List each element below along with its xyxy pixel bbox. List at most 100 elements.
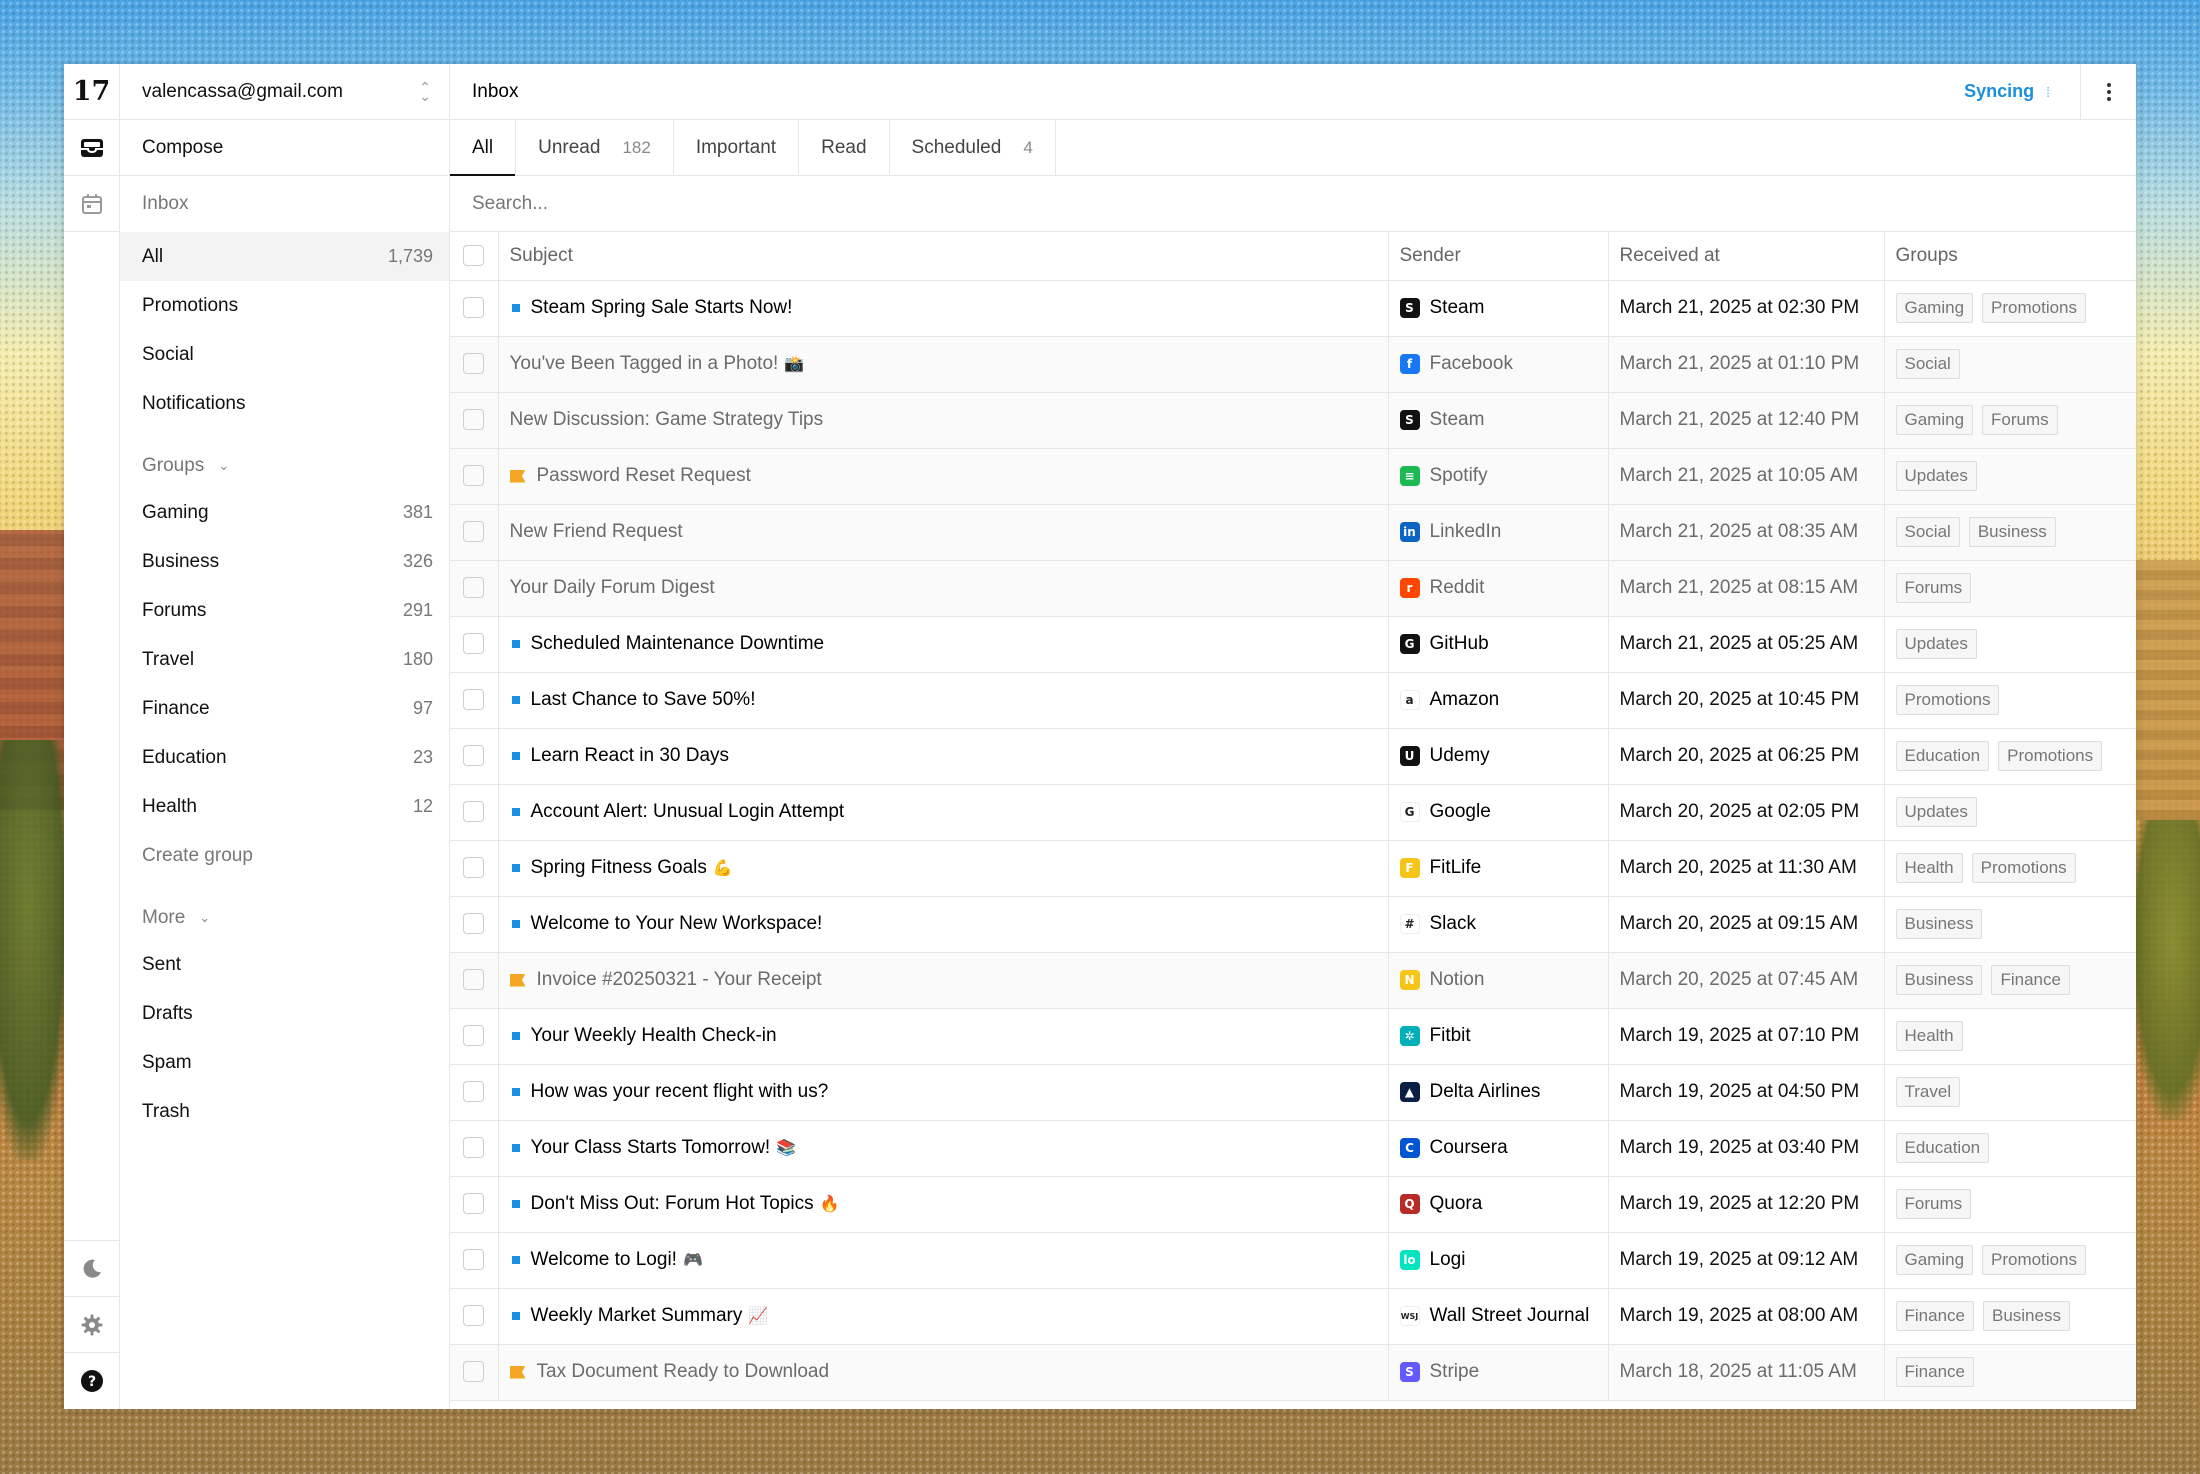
sender-cell[interactable]: # Slack: [1388, 896, 1609, 953]
row-checkbox[interactable]: [463, 1193, 485, 1215]
group-tag[interactable]: Business: [1982, 1301, 2070, 1331]
settings-button[interactable]: [64, 1297, 119, 1353]
subject-cell[interactable]: How was your recent flight with us?: [498, 1064, 1389, 1121]
sender-cell[interactable]: a Amazon: [1388, 672, 1609, 729]
sender-cell[interactable]: in LinkedIn: [1388, 504, 1609, 561]
group-tag[interactable]: Promotions: [1982, 1245, 2087, 1275]
subject-cell[interactable]: Welcome to Your New Workspace!: [498, 896, 1389, 953]
sender-cell[interactable]: WSJ Wall Street Journal: [1388, 1288, 1609, 1345]
row-checkbox[interactable]: [463, 577, 485, 599]
table-row[interactable]: Your Class Starts Tomorrow! 📚 C Coursera Mar…: [450, 1120, 2136, 1177]
group-tag[interactable]: Education: [1895, 741, 1990, 771]
sender-cell[interactable]: G Google: [1388, 784, 1609, 841]
group-tag[interactable]: Promotions: [1998, 741, 2103, 771]
subject-cell[interactable]: Weekly Market Summary 📈: [498, 1288, 1389, 1345]
table-row[interactable]: Invoice #20250321 - Your Receipt N Notion M…: [450, 952, 2136, 1009]
sidebar-item-education[interactable]: Education 23: [120, 733, 449, 782]
row-checkbox[interactable]: [463, 1305, 485, 1327]
subject-cell[interactable]: Last Chance to Save 50%!: [498, 672, 1389, 729]
subject-cell[interactable]: New Discussion: Game Strategy Tips: [498, 392, 1389, 449]
table-row[interactable]: New Discussion: Game Strategy Tips S Steam…: [450, 392, 2136, 449]
group-tag[interactable]: Business: [1895, 909, 1983, 939]
sender-cell[interactable]: S Stripe: [1388, 1344, 1609, 1401]
group-tag[interactable]: Business: [1895, 965, 1983, 995]
row-checkbox[interactable]: [463, 1025, 485, 1047]
subject-cell[interactable]: Password Reset Request: [498, 448, 1389, 505]
sidebar-item-business[interactable]: Business 326: [120, 537, 449, 586]
group-tag[interactable]: Updates: [1895, 797, 1977, 827]
table-row[interactable]: New Friend Request in LinkedIn March 21, 20…: [450, 504, 2136, 561]
sender-cell[interactable]: N Notion: [1388, 952, 1609, 1009]
group-tag[interactable]: Health: [1895, 1021, 1963, 1051]
table-row[interactable]: Don't Miss Out: Forum Hot Topics 🔥 Q Quora M…: [450, 1176, 2136, 1233]
table-row[interactable]: Your Weekly Health Check-in ✲ Fitbit March …: [450, 1008, 2136, 1065]
sidebar-item-spam[interactable]: Spam: [120, 1038, 449, 1087]
sender-cell[interactable]: G GitHub: [1388, 616, 1609, 673]
row-checkbox[interactable]: [463, 1137, 485, 1159]
group-tag[interactable]: Finance: [1895, 1301, 1974, 1331]
subject-cell[interactable]: Your Weekly Health Check-in: [498, 1008, 1389, 1065]
help-button[interactable]: ?: [64, 1353, 119, 1409]
group-tag[interactable]: Updates: [1895, 461, 1977, 491]
subject-cell[interactable]: Your Class Starts Tomorrow! 📚: [498, 1120, 1389, 1177]
table-row[interactable]: Password Reset Request ≡ Spotify March 21, …: [450, 448, 2136, 505]
column-header-subject[interactable]: Subject: [498, 232, 1389, 281]
group-tag[interactable]: Promotions: [1971, 853, 2076, 883]
group-tag[interactable]: Health: [1895, 853, 1963, 883]
sender-cell[interactable]: S Steam: [1388, 280, 1609, 337]
group-tag[interactable]: Business: [1968, 517, 2056, 547]
sender-cell[interactable]: f Facebook: [1388, 336, 1609, 393]
sender-cell[interactable]: U Udemy: [1388, 728, 1609, 785]
table-row[interactable]: Your Daily Forum Digest r Reddit March 21, …: [450, 560, 2136, 617]
sidebar-item-health[interactable]: Health 12: [120, 782, 449, 831]
group-tag[interactable]: Finance: [1991, 965, 2070, 995]
sidebar-item-all[interactable]: All 1,739: [120, 232, 449, 281]
sender-cell[interactable]: Q Quora: [1388, 1176, 1609, 1233]
column-header-sender[interactable]: Sender: [1388, 232, 1609, 281]
sidebar-item-social[interactable]: Social: [120, 330, 449, 379]
subject-cell[interactable]: Don't Miss Out: Forum Hot Topics 🔥: [498, 1176, 1389, 1233]
row-checkbox[interactable]: [463, 1081, 485, 1103]
sender-cell[interactable]: ✲ Fitbit: [1388, 1008, 1609, 1065]
create-group-button[interactable]: Create group: [120, 831, 449, 880]
column-header-groups[interactable]: Groups: [1884, 232, 2136, 281]
row-checkbox[interactable]: [463, 353, 485, 375]
sidebar-item-notifications[interactable]: Notifications: [120, 379, 449, 428]
dark-mode-toggle[interactable]: [64, 1241, 119, 1297]
table-row[interactable]: Spring Fitness Goals 💪 F FitLife March 20, 2…: [450, 840, 2136, 897]
sidebar-item-gaming[interactable]: Gaming 381: [120, 488, 449, 537]
sidebar-item-drafts[interactable]: Drafts: [120, 989, 449, 1038]
group-tag[interactable]: Forums: [1895, 1189, 1972, 1219]
table-row[interactable]: Scheduled Maintenance Downtime G GitHub Mar…: [450, 616, 2136, 673]
sidebar-item-promotions[interactable]: Promotions: [120, 281, 449, 330]
table-row[interactable]: Account Alert: Unusual Login Attempt G Goo…: [450, 784, 2136, 841]
table-row[interactable]: Welcome to Logi! 🎮 lo Logi March 19, 2025 at…: [450, 1232, 2136, 1289]
sidebar-item-sent[interactable]: Sent: [120, 940, 449, 989]
group-tag[interactable]: Gaming: [1895, 1245, 1974, 1275]
row-checkbox[interactable]: [463, 689, 485, 711]
subject-cell[interactable]: Invoice #20250321 - Your Receipt: [498, 952, 1389, 1009]
more-options-button[interactable]: [2080, 64, 2136, 119]
table-row[interactable]: You've Been Tagged in a Photo! 📸 f Facebook…: [450, 336, 2136, 393]
sidebar-item-forums[interactable]: Forums 291: [120, 586, 449, 635]
row-checkbox[interactable]: [463, 297, 485, 319]
sender-cell[interactable]: F FitLife: [1388, 840, 1609, 897]
search-input[interactable]: [472, 192, 2114, 215]
group-tag[interactable]: Forums: [1982, 405, 2058, 435]
row-checkbox[interactable]: [463, 1361, 485, 1383]
group-tag[interactable]: Social: [1895, 517, 1960, 547]
group-tag[interactable]: Promotions: [1982, 293, 2087, 323]
group-tag[interactable]: Education: [1895, 1133, 1990, 1163]
row-checkbox[interactable]: [463, 1249, 485, 1271]
column-header-received[interactable]: Received at: [1608, 232, 1885, 281]
sidebar-item-trash[interactable]: Trash: [120, 1087, 449, 1136]
group-tag[interactable]: Gaming: [1895, 293, 1974, 323]
subject-cell[interactable]: Your Daily Forum Digest: [498, 560, 1389, 617]
sender-cell[interactable]: r Reddit: [1388, 560, 1609, 617]
sender-cell[interactable]: ≡ Spotify: [1388, 448, 1609, 505]
table-row[interactable]: Tax Document Ready to Download S Stripe Mar…: [450, 1344, 2136, 1401]
inbox-nav-button[interactable]: [64, 120, 119, 176]
sender-cell[interactable]: ▲ Delta Airlines: [1388, 1064, 1609, 1121]
row-checkbox[interactable]: [463, 969, 485, 991]
row-checkbox[interactable]: [463, 465, 485, 487]
